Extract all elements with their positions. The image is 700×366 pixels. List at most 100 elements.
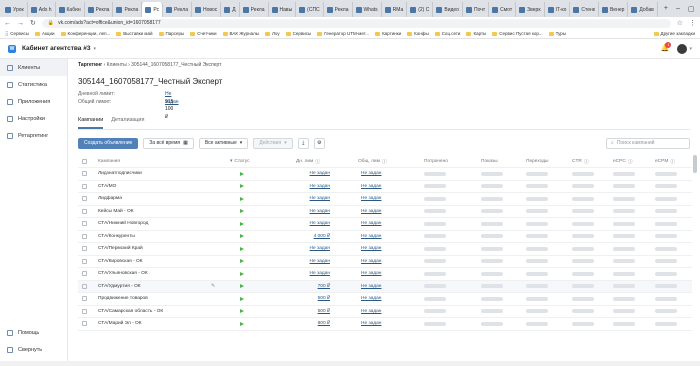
row-checkbox[interactable] bbox=[82, 268, 87, 280]
row-checkbox[interactable] bbox=[82, 231, 87, 243]
row-checkbox[interactable] bbox=[82, 243, 87, 255]
row-checkbox[interactable] bbox=[82, 218, 87, 230]
col-campaign[interactable]: Кампания bbox=[98, 155, 120, 167]
col-views[interactable]: Показы bbox=[481, 155, 498, 167]
notifications-button[interactable]: 🔔 1 bbox=[660, 41, 672, 53]
total-limit-value[interactable]: Не задан bbox=[361, 231, 381, 243]
col-spent[interactable]: Потрачено bbox=[424, 155, 448, 167]
status-cell[interactable] bbox=[240, 306, 244, 318]
bookmark-item[interactable]: Сервис Пустая кор... bbox=[492, 31, 543, 36]
browser-tab[interactable]: (СПС bbox=[296, 2, 324, 17]
search-input[interactable]: ⌕ Поиск кампаний bbox=[606, 137, 690, 149]
table-row[interactable]: СТА/Нижний Новгород Не задан Не задан bbox=[78, 218, 692, 231]
col-ctr[interactable]: CTR ⓘ bbox=[572, 155, 589, 167]
address-bar[interactable]: 🔒 vk.com/ads?act=office&union_id=1607058… bbox=[41, 18, 671, 28]
chevron-down-icon[interactable]: ▾ bbox=[93, 46, 96, 52]
status-cell[interactable] bbox=[240, 218, 244, 230]
total-limit-value[interactable]: Не задан bbox=[361, 306, 381, 318]
day-limit-value[interactable]: Не задан bbox=[296, 243, 330, 255]
browser-tab[interactable]: Ads h bbox=[28, 2, 56, 17]
campaign-name[interactable]: Лидзнатподписчики bbox=[98, 168, 142, 180]
forward-icon[interactable]: → bbox=[17, 20, 24, 27]
settings-button[interactable]: ⚙ bbox=[313, 137, 325, 149]
tab-campaigns[interactable]: Кампании bbox=[78, 117, 104, 129]
filter-select[interactable]: Все активные ▾ bbox=[198, 137, 249, 149]
browser-tab[interactable]: Смот bbox=[489, 2, 517, 17]
status-cell[interactable] bbox=[240, 268, 244, 280]
campaign-name[interactable]: СТА/Удмуртия - ОК bbox=[98, 281, 141, 293]
table-row[interactable]: СТА/Ульяновская - ОК Не задан Не задан bbox=[78, 268, 692, 281]
total-limit-value[interactable]: Не задан bbox=[361, 293, 381, 305]
bookmark-item[interactable]: Акции bbox=[34, 31, 55, 36]
back-icon[interactable]: ← bbox=[4, 20, 11, 27]
col-status[interactable]: ▾ Статус bbox=[230, 155, 250, 167]
bookmark-item[interactable]: Конфы bbox=[407, 31, 429, 36]
total-limit-value[interactable]: Не задан bbox=[361, 243, 381, 255]
browser-tab[interactable]: Зверк bbox=[516, 2, 545, 17]
row-checkbox[interactable] bbox=[82, 168, 87, 180]
browser-tab[interactable]: RMa bbox=[382, 2, 408, 17]
campaign-name[interactable]: СТА/МО bbox=[98, 181, 116, 193]
cabinet-title[interactable]: Кабинет агентства #3 bbox=[22, 45, 90, 52]
browser-tab[interactable]: Рекла bbox=[85, 2, 114, 17]
bookmark-item[interactable]: Лоу bbox=[264, 31, 280, 36]
status-cell[interactable] bbox=[240, 243, 244, 255]
bookmark-item[interactable]: ⣿ Сервисы bbox=[5, 31, 29, 37]
vk-logo-icon[interactable]: W bbox=[8, 44, 16, 53]
row-checkbox[interactable] bbox=[82, 281, 87, 293]
browser-tab[interactable]: Новос bbox=[192, 2, 222, 17]
sidebar-item-4[interactable]: Ретаргетинг bbox=[0, 127, 67, 144]
total-limit-value[interactable]: Не задан bbox=[361, 193, 381, 205]
browser-tab[interactable]: Почт bbox=[463, 2, 490, 17]
tab-details[interactable]: Детализация bbox=[111, 117, 144, 129]
bookmark-item[interactable]: Туры bbox=[548, 31, 566, 36]
status-cell[interactable] bbox=[240, 206, 244, 218]
maximize-icon[interactable]: ▢ bbox=[688, 5, 695, 13]
actions-select[interactable]: Действия ▾ bbox=[253, 137, 293, 149]
campaign-name[interactable]: СТА/Марий Эл - ОК bbox=[98, 318, 142, 330]
browser-tab[interactable]: Кабин bbox=[56, 2, 85, 17]
table-row[interactable]: СТА/Марий Эл - ОК 800 ₽ Не задан bbox=[78, 318, 692, 331]
total-limit-value[interactable]: Не задан bbox=[361, 256, 381, 268]
day-limit-value[interactable]: 800 ₽ bbox=[296, 318, 330, 330]
create-ad-button[interactable]: Создать объявление bbox=[78, 137, 139, 149]
day-limit-value[interactable]: Не задан bbox=[296, 268, 330, 280]
total-limit-value[interactable]: Не задан bbox=[361, 181, 381, 193]
col-ecpc[interactable]: eCPC ⓘ bbox=[613, 155, 633, 167]
day-limit-value[interactable]: Не задан bbox=[296, 193, 330, 205]
row-checkbox[interactable] bbox=[82, 256, 87, 268]
scrollbar[interactable] bbox=[693, 155, 698, 355]
browser-tab[interactable]: Стенк bbox=[570, 2, 599, 17]
sidebar-item-2[interactable]: Приложения bbox=[0, 93, 67, 110]
col-total-limit[interactable]: Общ. лим ⓘ bbox=[358, 155, 387, 167]
bookmark-item[interactable]: Парсеры bbox=[158, 31, 184, 36]
row-checkbox[interactable] bbox=[82, 306, 87, 318]
campaign-name[interactable]: СТА/Ульяновская - ОК bbox=[98, 268, 148, 280]
status-cell[interactable] bbox=[240, 168, 244, 180]
table-row[interactable]: Лидфарма Не задан Не задан bbox=[78, 193, 692, 206]
other-bookmarks[interactable]: Другие закладки bbox=[653, 31, 695, 36]
browser-tab[interactable]: Рекла bbox=[324, 2, 353, 17]
browser-tab[interactable]: Рекла bbox=[240, 2, 269, 17]
total-limit-value[interactable]: Не задан bbox=[361, 318, 381, 330]
table-row[interactable]: СТА/Конкуренты 4 000 ₽ Не задан bbox=[78, 231, 692, 243]
new-tab-icon[interactable]: + bbox=[664, 5, 668, 13]
status-cell[interactable] bbox=[240, 293, 244, 305]
sidebar-item-1[interactable]: Статистика bbox=[0, 76, 67, 93]
bookmark-item[interactable]: Соц.сети bbox=[434, 31, 460, 36]
menu-icon[interactable]: ⋮ bbox=[689, 20, 696, 27]
day-limit-value[interactable]: Не задан bbox=[296, 206, 330, 218]
col-day-limit[interactable]: Дн. лим ⓘ bbox=[296, 155, 320, 167]
campaign-name[interactable]: СТА/Самарская область - ОК bbox=[98, 306, 163, 318]
breadcrumb-clients[interactable]: Клиенты bbox=[107, 62, 127, 68]
browser-tab[interactable]: Д bbox=[221, 2, 240, 17]
select-all-checkbox[interactable] bbox=[82, 155, 87, 167]
browser-tab[interactable]: Урок bbox=[2, 2, 28, 17]
col-clicks[interactable]: Переходы bbox=[526, 155, 549, 167]
user-menu[interactable]: ▾ bbox=[677, 43, 692, 54]
period-button[interactable]: За всё время ▦ bbox=[143, 137, 194, 149]
bookmark-item[interactable]: Карты bbox=[466, 31, 486, 36]
day-limit-value[interactable]: 4 000 ₽ bbox=[296, 231, 330, 243]
table-row[interactable]: Лидзнатподписчики Не задан Не задан bbox=[78, 168, 692, 181]
table-row[interactable]: Кейсы Май - ОК Не задан Не задан bbox=[78, 206, 692, 218]
